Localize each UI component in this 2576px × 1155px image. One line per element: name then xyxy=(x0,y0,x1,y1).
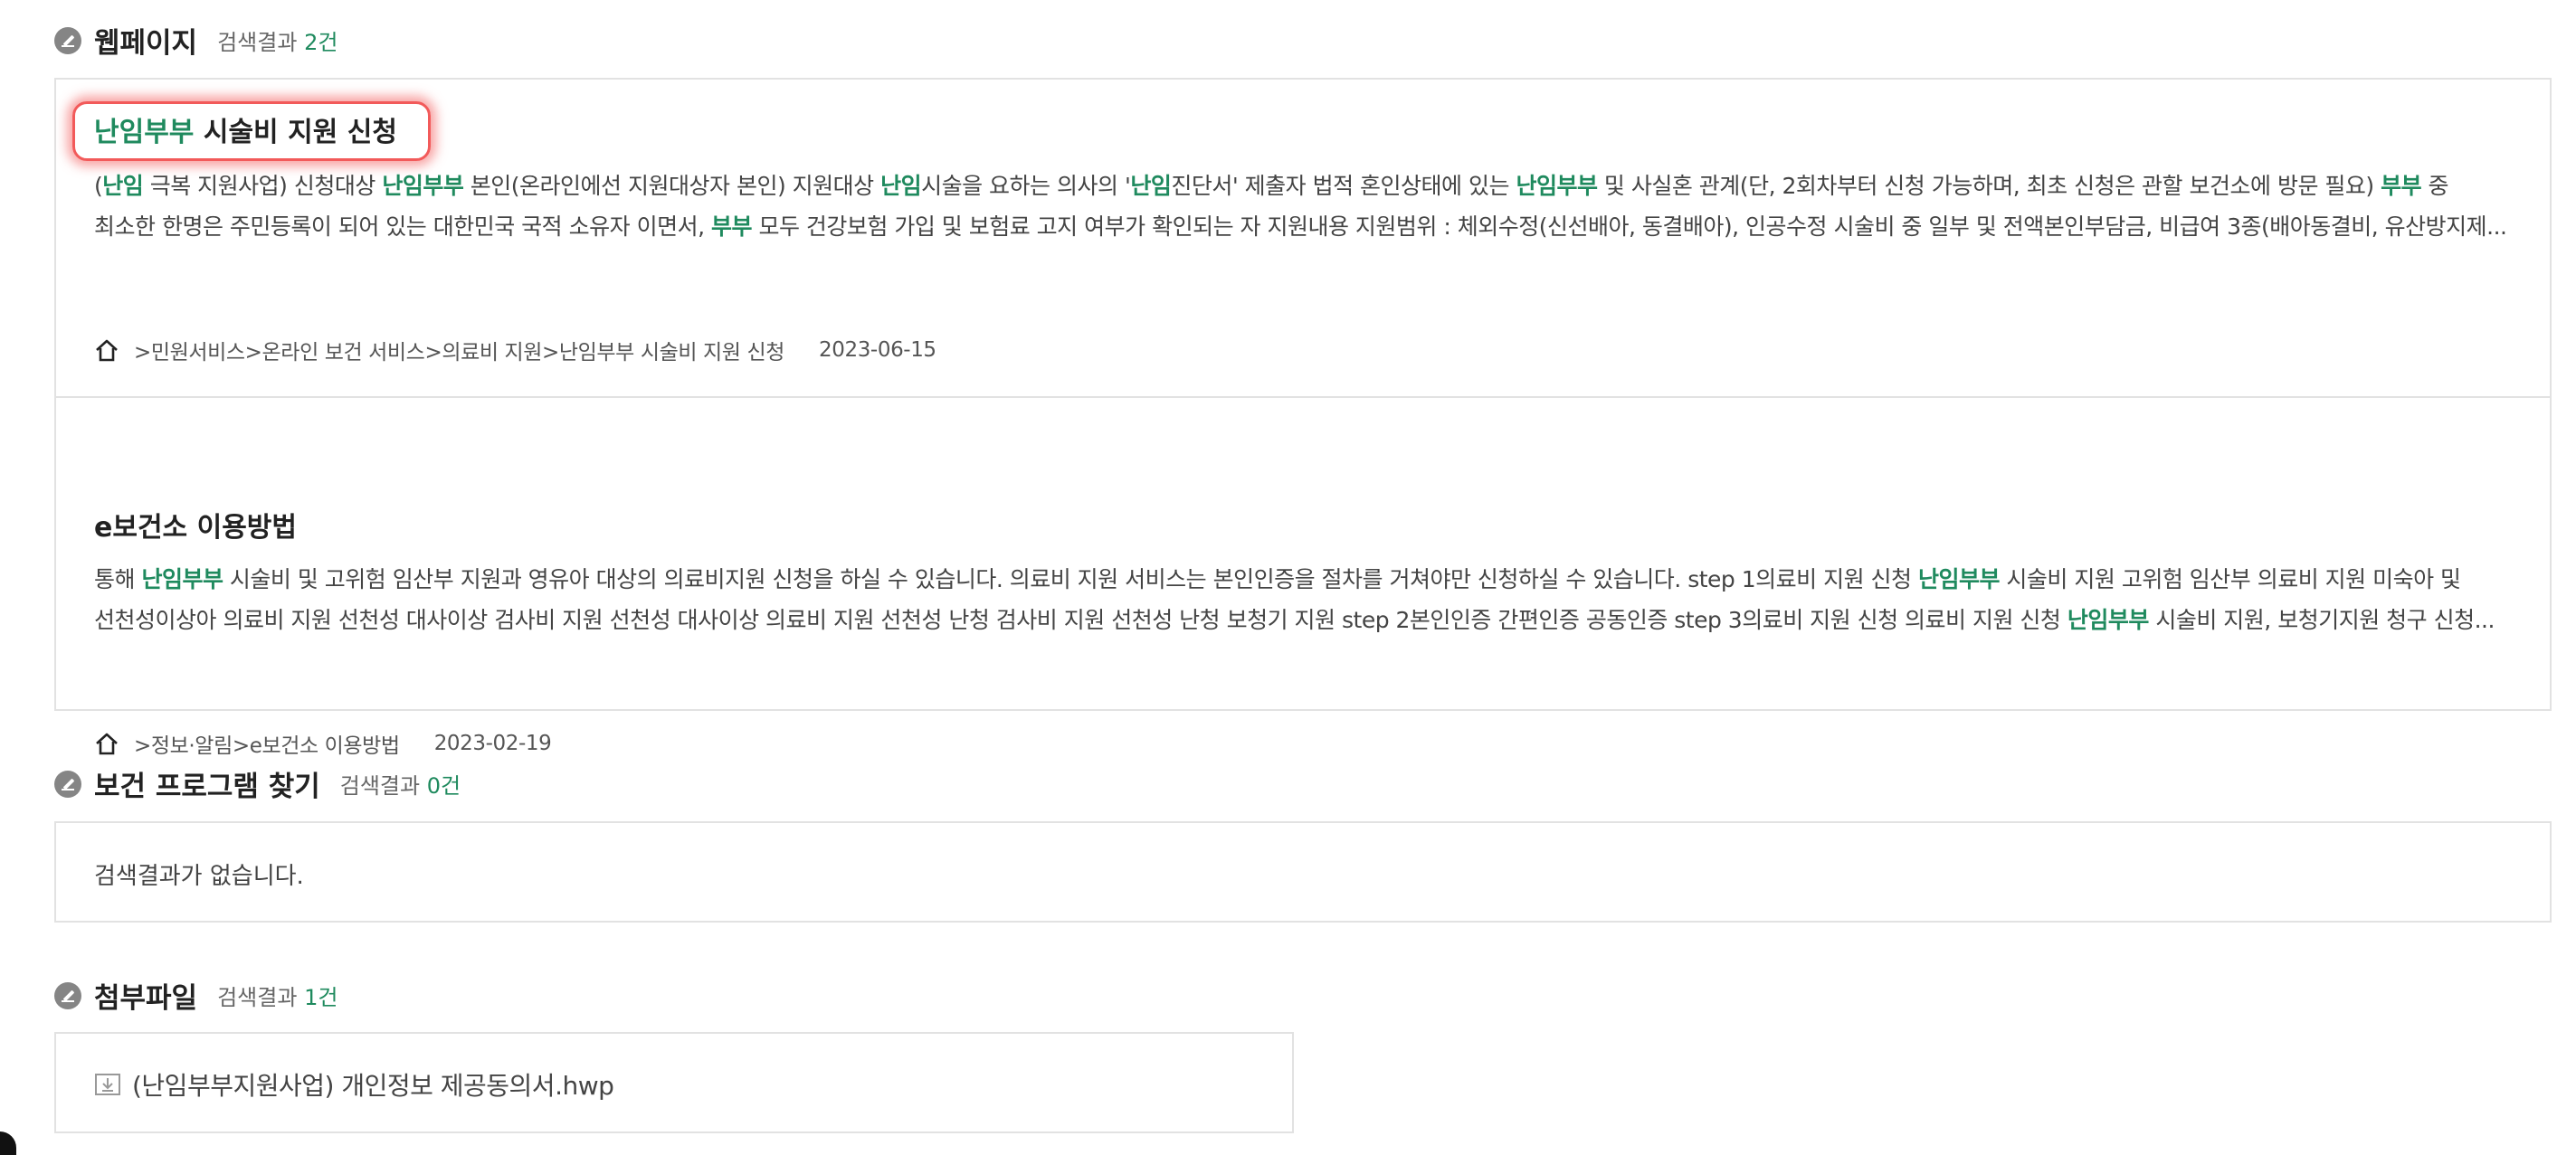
snippet-text: 시술비 및 고위험 임산부 지원과 영유아 대상의 의료비지원 신청을 하실 수… xyxy=(223,566,1918,592)
webpage-results-list: 난임부부 시술비 지원 신청 (난임 극복 지원사업) 신청대상 난임부부 본인… xyxy=(54,78,2552,758)
keyword-highlight: 난임 xyxy=(880,173,922,199)
section-title: 보건 프로그램 찾기 xyxy=(94,771,320,803)
keyword-highlight: 난임부부 xyxy=(2067,607,2150,633)
attachment-results-box: (난임부부지원사업) 개인정보 제공동의서.hwp xyxy=(54,1032,1294,1133)
result-date: 2023-02-19 xyxy=(433,732,552,755)
result-count: 검색결과 1건 xyxy=(217,985,338,1010)
section-title: 첨부파일 xyxy=(94,982,198,1015)
home-icon xyxy=(96,733,118,755)
home-icon xyxy=(96,339,118,362)
attachment-file-link[interactable]: (난임부부지원사업) 개인정보 제공동의서.hwp xyxy=(94,1066,614,1103)
snippet-text: 시술비 지원, 보청기지원 청구 신청... xyxy=(2148,607,2495,633)
result-count: 검색결과 0건 xyxy=(339,773,461,799)
keyword-highlight: 부부 xyxy=(710,213,753,240)
snippet-text: 본인(온라인에선 지원대상자 본인) 지원대상 xyxy=(463,173,881,199)
result-title-link[interactable]: e보건소 이용방법 xyxy=(94,505,297,544)
result-count: 검색결과 2건 xyxy=(217,30,338,55)
download-file-icon xyxy=(95,1074,120,1095)
pen-circle-icon xyxy=(54,26,81,54)
result-snippet: 통해 난임부부 시술비 및 고위험 임산부 지원과 영유아 대상의 의료비지원 … xyxy=(94,559,2514,640)
keyword-highlight: 난임부부 xyxy=(1917,566,2001,592)
snippet-text: 및 사실혼 관계(단, 2회차부터 신청 가능하며, 최초 신청은 관할 보건소… xyxy=(1597,173,2381,199)
result-date: 2023-06-15 xyxy=(819,338,936,362)
empty-message: 검색결과가 없습니다. xyxy=(94,863,304,890)
keyword-highlight: 부부 xyxy=(2381,173,2422,199)
section-header-program: 보건 프로그램 찾기 검색결과 0건 xyxy=(54,763,461,804)
keyword-highlight: 난임부부 xyxy=(1516,173,1598,199)
snippet-text: 진단서' 제출자 법적 혼인상태에 있는 xyxy=(1171,173,1516,199)
snippet-text: 극복 지원사업) 신청대상 xyxy=(143,173,383,199)
snippet-text: 통해 xyxy=(94,566,142,592)
program-results-box: 검색결과가 없습니다. xyxy=(54,821,2552,923)
window-corner xyxy=(0,1131,16,1155)
result-item: 난임부부 시술비 지원 신청 (난임 극복 지원사업) 신청대상 난임부부 본인… xyxy=(56,80,2550,396)
result-title-link[interactable]: 난임부부 시술비 지원 신청 xyxy=(94,109,397,149)
keyword-highlight: 난임부부 xyxy=(141,566,223,592)
result-meta: >정보·알림>e보건소 이용방법 2023-02-19 xyxy=(94,728,552,759)
pen-circle-icon xyxy=(54,770,81,798)
keyword-highlight: 난임 xyxy=(1130,173,1172,199)
section-title: 웹페이지 xyxy=(94,27,198,60)
result-item: e보건소 이용방법 통해 난임부부 시술비 및 고위험 임산부 지원과 영유아 … xyxy=(56,398,2550,758)
breadcrumb[interactable]: >민원서비스>온라인 보건 서비스>의료비 지원>난임부부 시술비 지원 신청 xyxy=(134,335,784,365)
keyword-highlight: 난임 xyxy=(102,173,144,199)
attachment-file-name[interactable]: (난임부부지원사업) 개인정보 제공동의서.hwp xyxy=(132,1066,614,1103)
breadcrumb[interactable]: >정보·알림>e보건소 이용방법 xyxy=(134,728,400,759)
snippet-text: 모두 건강보험 가입 및 보험료 고지 여부가 확인되는 자 지원내용 지원범위… xyxy=(752,213,2507,240)
snippet-text: ( xyxy=(94,173,103,199)
pen-circle-icon xyxy=(54,981,81,1009)
keyword-highlight: 난임부부 xyxy=(382,173,464,199)
result-snippet: (난임 극복 지원사업) 신청대상 난임부부 본인(온라인에선 지원대상자 본인… xyxy=(94,166,2514,247)
section-header-webpage: 웹페이지 검색결과 2건 xyxy=(54,20,337,61)
section-header-attachment: 첨부파일 검색결과 1건 xyxy=(54,975,337,1016)
snippet-text: 시술을 요하는 의사의 ' xyxy=(921,173,1131,199)
result-meta: >민원서비스>온라인 보건 서비스>의료비 지원>난임부부 시술비 지원 신청 … xyxy=(94,335,936,365)
